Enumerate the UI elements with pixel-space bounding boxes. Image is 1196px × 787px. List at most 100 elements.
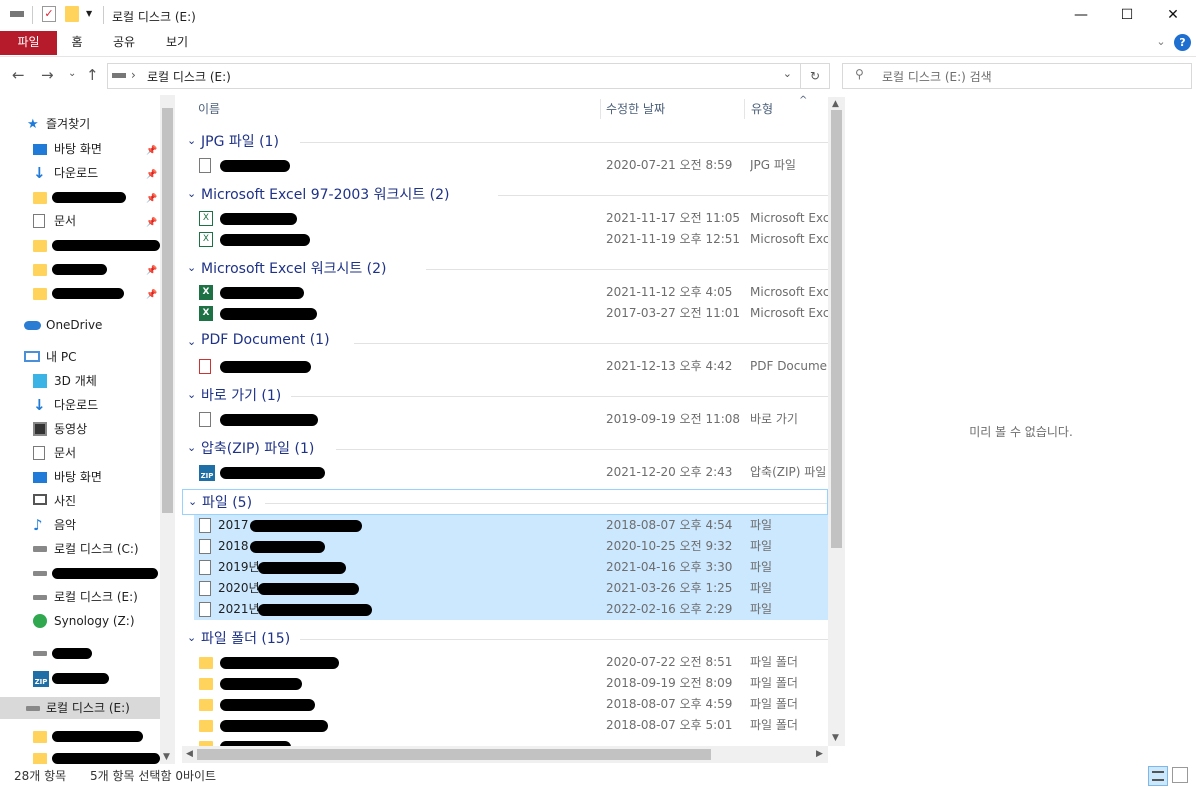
nav-pc-item-3[interactable]: 문서 bbox=[0, 442, 160, 464]
tab-file[interactable]: 파일 bbox=[0, 31, 57, 55]
column-type[interactable]: 유형 bbox=[751, 97, 773, 121]
pin-icon[interactable]: 📌 bbox=[146, 212, 157, 234]
list-item[interactable]: X 2021-11-12 오후 4:05 Microsoft Exce bbox=[194, 282, 828, 303]
forward-arrow-icon[interactable]: → bbox=[41, 66, 54, 84]
group-header[interactable]: ⌄ PDF Document (1) bbox=[182, 330, 828, 356]
chevron-down-icon[interactable]: ⌄ bbox=[187, 261, 196, 274]
list-item[interactable]: 2018 2020-10-25 오전 9:32 파일 bbox=[194, 536, 828, 557]
list-item[interactable]: 2019년 2021-04-16 오후 3:30 파일 bbox=[194, 557, 828, 578]
list-item[interactable] bbox=[194, 736, 828, 746]
nav-pc-item-0[interactable]: 3D 개체 bbox=[0, 370, 160, 392]
group-header[interactable]: ⌄ JPG 파일 (1) bbox=[182, 129, 828, 155]
tab-home[interactable]: 홈 bbox=[60, 31, 94, 55]
nav-pc-item-2[interactable]: 동영상 bbox=[0, 418, 160, 440]
group-header[interactable]: ⌄ Microsoft Excel 97-2003 워크시트 (2) bbox=[182, 182, 828, 208]
chevron-down-icon[interactable]: ⌄ bbox=[187, 134, 196, 147]
list-item[interactable]: 2020년 2021-03-26 오후 1:25 파일 bbox=[194, 578, 828, 599]
chevron-left-icon[interactable]: ◀ bbox=[186, 749, 193, 759]
nav-extra-item-2[interactable]: 로컬 디스크 (E:) bbox=[0, 697, 160, 719]
divider[interactable] bbox=[744, 99, 745, 119]
search-box[interactable]: ⚲ 로컬 디스크 (E:) 검색 bbox=[842, 63, 1192, 89]
chevron-down-icon[interactable]: ⌄ bbox=[188, 495, 197, 508]
nav-quick-item-3[interactable]: 문서 📌 bbox=[0, 210, 160, 232]
chevron-down-icon[interactable]: ▼ bbox=[832, 733, 839, 743]
nav-quick-item-6[interactable]: 📌 bbox=[0, 282, 160, 304]
nav-quick-item-0[interactable]: 바탕 화면 📌 bbox=[0, 138, 160, 160]
list-item[interactable]: ZIP 2021-12-20 오후 2:43 압축(ZIP) 파일 bbox=[194, 462, 828, 483]
nav-quick-access[interactable]: ★ 즐겨찾기 bbox=[0, 113, 160, 135]
chevron-down-icon[interactable]: ⌄ bbox=[187, 388, 196, 401]
nav-extra-item-3[interactable] bbox=[0, 725, 160, 747]
list-item[interactable]: 2018-08-07 오후 5:01 파일 폴더 bbox=[194, 715, 828, 736]
chevron-up-icon[interactable]: ▲ bbox=[832, 99, 839, 109]
pin-icon[interactable]: 📌 bbox=[146, 140, 157, 162]
chevron-down-icon[interactable]: ⌄ bbox=[783, 67, 792, 80]
list-item[interactable]: 2021-12-13 오후 4:42 PDF Documen bbox=[194, 356, 828, 377]
refresh-button[interactable]: ↻ bbox=[800, 63, 830, 89]
nav-quick-item-2[interactable]: 📌 bbox=[0, 186, 160, 208]
customize-toolbar-icon[interactable]: ▼ bbox=[86, 9, 92, 27]
details-view-button[interactable] bbox=[1148, 766, 1168, 786]
tab-view[interactable]: 보기 bbox=[156, 31, 198, 55]
chevron-down-icon[interactable]: ▼ bbox=[163, 752, 170, 762]
list-item[interactable]: X 2021-11-17 오전 11:05 Microsoft Exce bbox=[194, 208, 828, 229]
list-item[interactable]: 2018-08-07 오후 4:59 파일 폴더 bbox=[194, 694, 828, 715]
pin-icon[interactable]: 📌 bbox=[146, 188, 157, 210]
nav-this-pc[interactable]: 내 PC bbox=[0, 346, 160, 368]
tab-share[interactable]: 공유 bbox=[104, 31, 144, 55]
address-bar[interactable]: › 로컬 디스크 (E:) ⌄ bbox=[107, 63, 801, 89]
list-item[interactable]: 2018-09-19 오전 8:09 파일 폴더 bbox=[194, 673, 828, 694]
group-header[interactable]: ⌄ 압축(ZIP) 파일 (1) bbox=[182, 436, 828, 462]
nav-scrollbar-thumb[interactable] bbox=[162, 108, 173, 513]
nav-quick-item-5[interactable]: 📌 bbox=[0, 258, 160, 280]
nav-pc-item-4[interactable]: 바탕 화면 bbox=[0, 466, 160, 488]
nav-onedrive[interactable]: OneDrive bbox=[0, 314, 160, 336]
pin-icon[interactable]: 📌 bbox=[146, 284, 157, 306]
nav-pc-item-8[interactable] bbox=[0, 562, 160, 584]
pin-icon[interactable]: 📌 bbox=[146, 260, 157, 282]
list-item[interactable]: 2020-07-21 오전 8:59 JPG 파일 bbox=[194, 155, 828, 176]
maximize-button[interactable]: ☐ bbox=[1104, 0, 1150, 31]
nav-quick-item-4[interactable] bbox=[0, 234, 160, 256]
new-folder-icon[interactable] bbox=[65, 6, 79, 22]
chevron-down-icon[interactable]: ⌄ bbox=[187, 631, 196, 644]
recent-locations-icon[interactable]: ⌄ bbox=[68, 68, 76, 79]
list-item[interactable]: 2017 2018-08-07 오후 4:54 파일 bbox=[194, 515, 828, 536]
group-header[interactable]: ⌄ 바로 가기 (1) bbox=[182, 383, 828, 409]
divider[interactable] bbox=[600, 99, 601, 119]
list-item[interactable]: X 2017-03-27 오전 11:01 Microsoft Exce bbox=[194, 303, 828, 324]
group-header[interactable]: ⌄ 파일 (5) bbox=[182, 489, 828, 515]
nav-pc-item-10[interactable]: Synology (Z:) bbox=[0, 610, 160, 632]
help-icon[interactable]: ? bbox=[1174, 34, 1191, 51]
nav-pc-item-7[interactable]: 로컬 디스크 (C:) bbox=[0, 538, 160, 560]
group-header[interactable]: ⌄ Microsoft Excel 워크시트 (2) bbox=[182, 256, 828, 282]
group-header[interactable]: ⌄ 파일 폴더 (15) bbox=[182, 626, 828, 652]
nav-quick-item-1[interactable]: ↓ 다운로드 📌 bbox=[0, 162, 160, 184]
chevron-down-icon[interactable]: ⌄ bbox=[187, 187, 196, 200]
search-input[interactable]: 로컬 디스크 (E:) 검색 bbox=[882, 68, 992, 85]
chevron-down-icon[interactable]: ⌄ bbox=[1152, 31, 1170, 55]
nav-pc-item-5[interactable]: 사진 bbox=[0, 490, 160, 512]
list-scrollbar-thumb[interactable] bbox=[831, 110, 842, 548]
column-modified[interactable]: 수정한 날짜 bbox=[606, 97, 665, 121]
list-item[interactable]: 2021년 2022-02-16 오후 2:29 파일 bbox=[194, 599, 828, 620]
horizontal-scrollbar-thumb[interactable] bbox=[197, 749, 711, 760]
close-button[interactable]: ✕ bbox=[1150, 0, 1196, 31]
nav-extra-item-1[interactable]: ZIP bbox=[0, 667, 160, 689]
back-arrow-icon[interactable]: ← bbox=[12, 66, 25, 84]
chevron-right-icon[interactable]: ▶ bbox=[816, 749, 823, 759]
minimize-button[interactable]: — bbox=[1058, 0, 1104, 31]
chevron-down-icon[interactable]: ⌄ bbox=[187, 441, 196, 454]
list-item[interactable]: 2020-07-22 오전 8:51 파일 폴더 bbox=[194, 652, 828, 673]
nav-pc-item-6[interactable]: ♪ 음악 bbox=[0, 514, 160, 536]
up-arrow-icon[interactable]: ↑ bbox=[86, 66, 99, 84]
nav-pc-item-1[interactable]: ↓ 다운로드 bbox=[0, 394, 160, 416]
pin-icon[interactable]: 📌 bbox=[146, 164, 157, 186]
list-item[interactable]: X 2021-11-19 오후 12:51 Microsoft Exce bbox=[194, 229, 828, 250]
nav-extra-item-4[interactable] bbox=[0, 747, 160, 764]
nav-extra-item-0[interactable] bbox=[0, 642, 160, 664]
nav-pc-item-9[interactable]: 로컬 디스크 (E:) bbox=[0, 586, 160, 608]
address-location[interactable]: 로컬 디스크 (E:) bbox=[147, 68, 231, 85]
properties-icon[interactable]: ✓ bbox=[42, 6, 56, 22]
chevron-down-icon[interactable]: ⌄ bbox=[187, 335, 196, 348]
